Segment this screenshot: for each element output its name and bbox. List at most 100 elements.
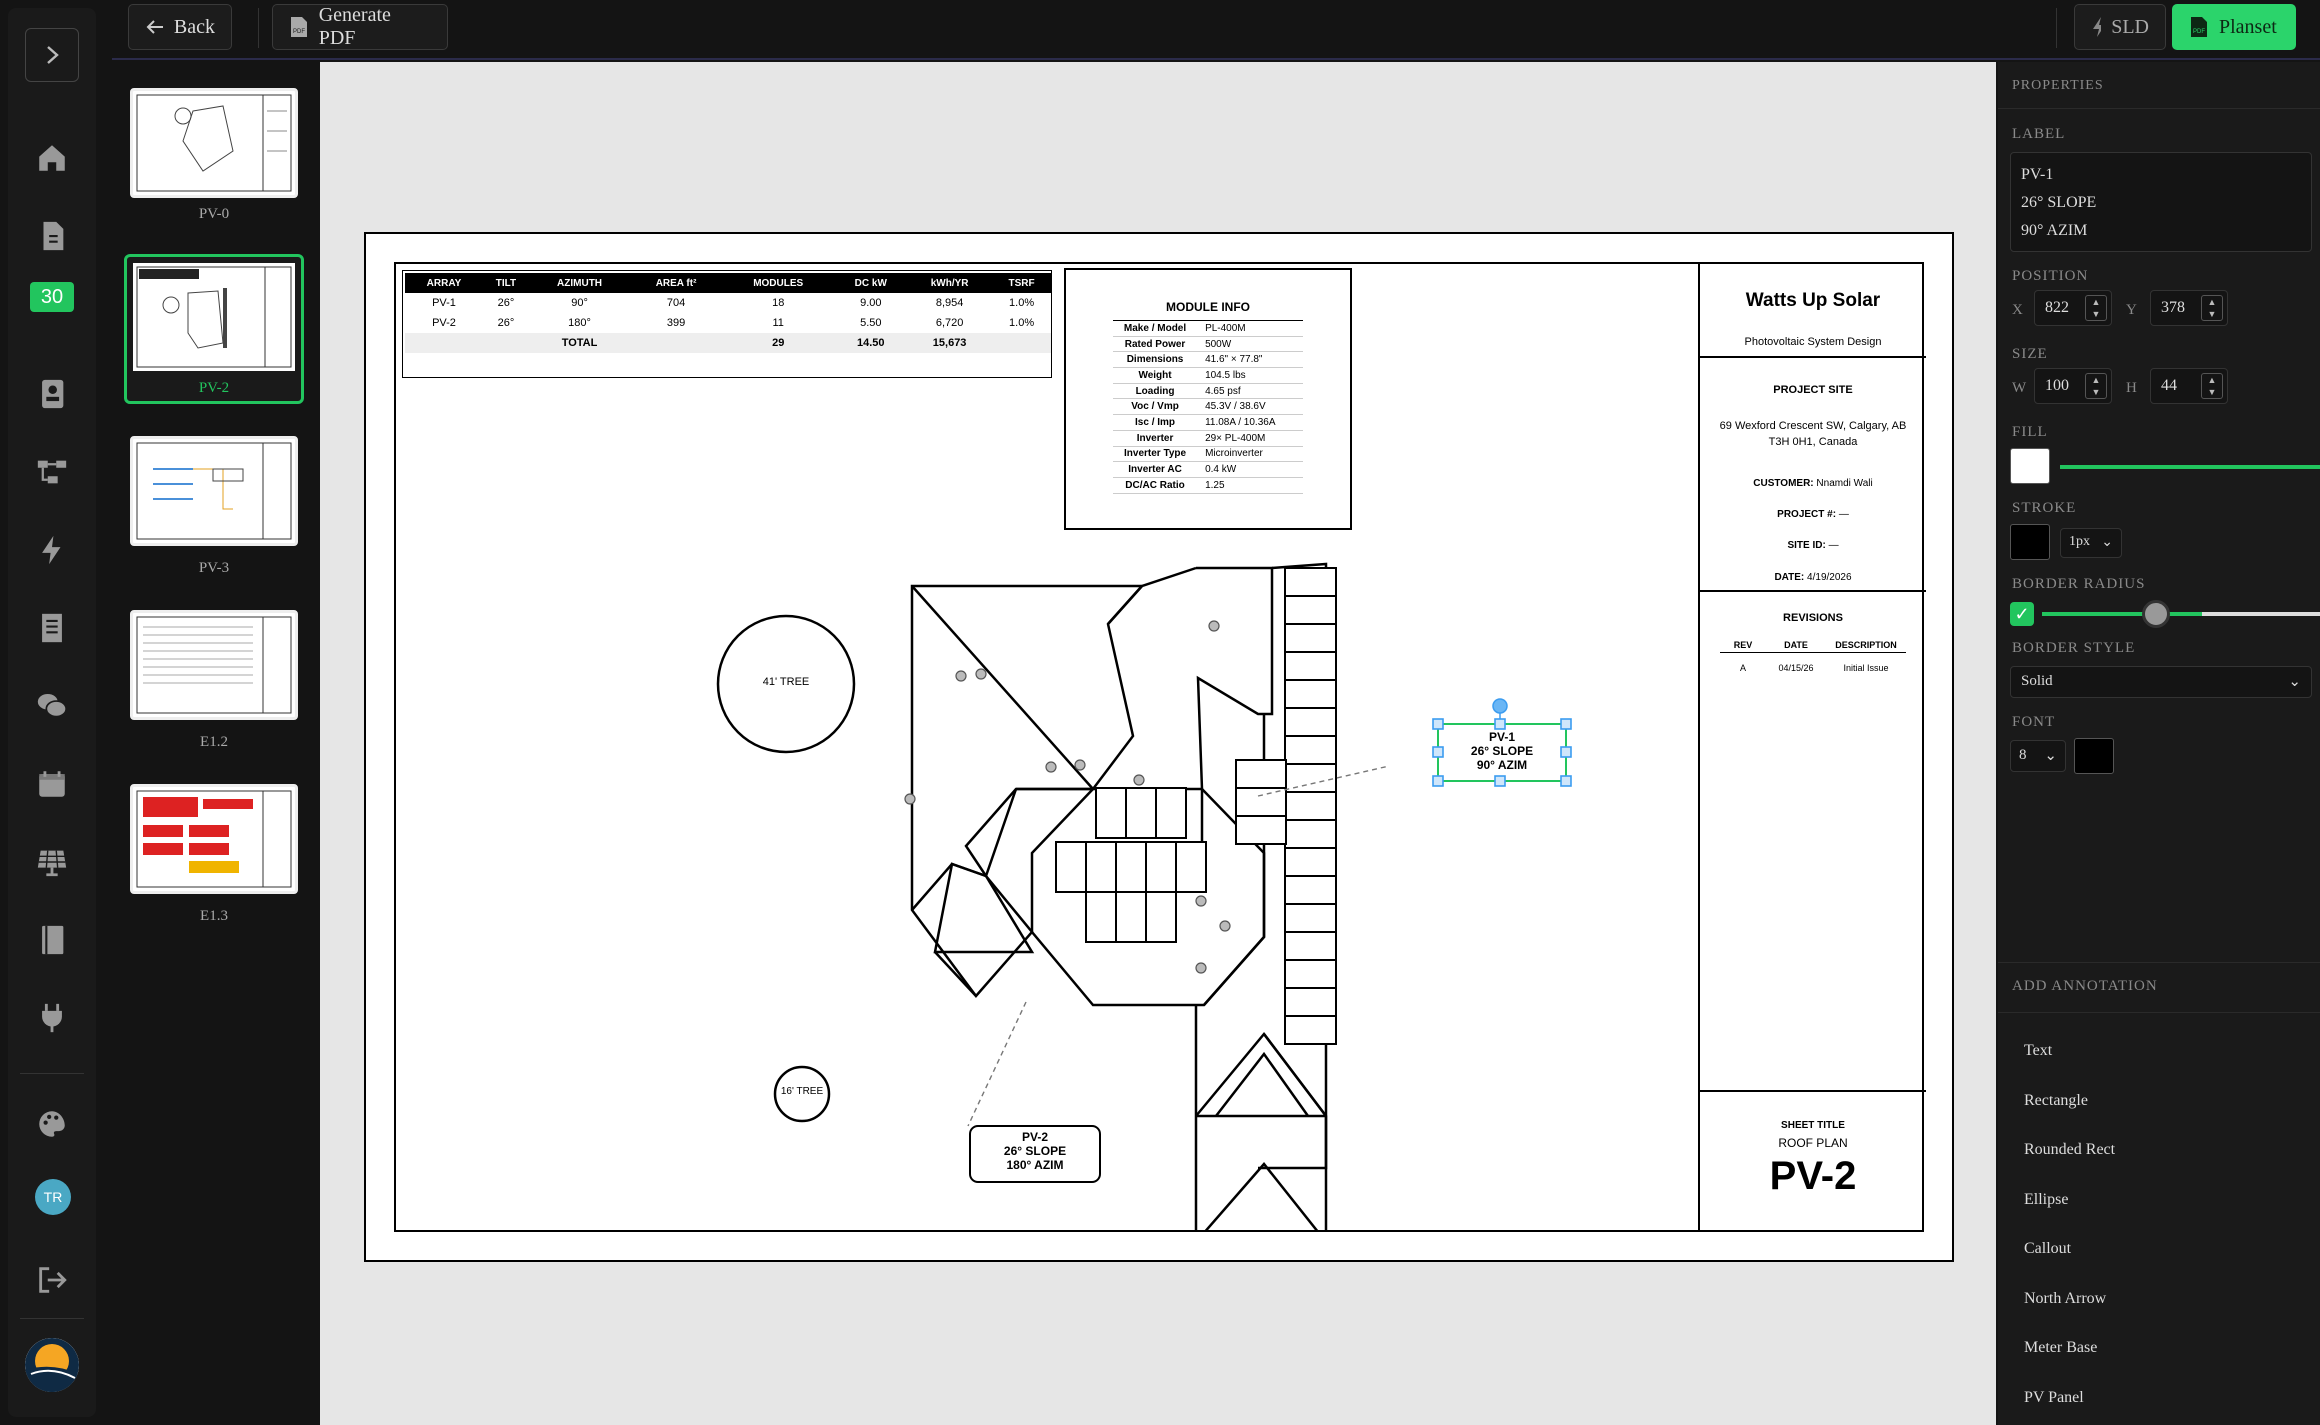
module-info-row: Dimensions 41.6" × 77.8" [1113, 351, 1303, 369]
properties-panel: PROPERTIES LABEL PV-1 26° SLOPE 90° AZIM… [1998, 62, 2320, 1425]
x-label: X [2012, 302, 2024, 318]
table-cell: PV-2 [432, 317, 456, 329]
total-kwh: 15,673 [907, 333, 993, 353]
pv-1-callout[interactable]: PV-1 26° SLOPE 90° AZIM [1438, 730, 1566, 772]
svg-text:PDF: PDF [2193, 29, 2205, 35]
sheet-thumbnails: PV-0 PV-2 PV-3 E1.2 E1.3 [112, 62, 316, 1425]
add-annotation-ellipse[interactable]: Ellipse [2024, 1191, 2068, 1209]
sheet-number: PV-2 [1769, 1154, 1857, 1198]
library-button[interactable] [28, 916, 76, 964]
home-button[interactable] [28, 134, 76, 182]
theme-button[interactable] [28, 1100, 76, 1148]
font-heading: FONT [2012, 714, 2056, 730]
sld-button[interactable]: SLD [2074, 4, 2166, 50]
y-input[interactable]: 378 ▲ ▼ [2150, 290, 2228, 326]
column-header: ARRAY [405, 273, 483, 293]
divider [20, 1318, 84, 1319]
planset-label: Planset [2219, 15, 2277, 38]
table-cell: 399 [666, 317, 686, 329]
w-stepper[interactable]: ▲ ▼ [2085, 373, 2107, 399]
add-annotation-callout[interactable]: Callout [2024, 1240, 2071, 1258]
thumbnail-label: E1.3 [200, 908, 228, 924]
chevron-down-icon: ⌄ [2288, 674, 2301, 690]
stroke-width-select[interactable]: 1px ⌄ [2060, 528, 2122, 558]
border-radius-slider-handle[interactable] [2142, 600, 2170, 628]
label-textarea[interactable]: PV-1 26° SLOPE 90° AZIM [2010, 152, 2312, 252]
plug-button[interactable] [28, 994, 76, 1042]
total-dc: 14.50 [834, 333, 908, 353]
add-annotation-meter-base[interactable]: Meter Base [2024, 1339, 2097, 1357]
calendar-button[interactable] [28, 760, 76, 808]
planset-button[interactable]: PDF Planset [2172, 4, 2296, 50]
callout-line: 90° AZIM [1476, 758, 1528, 772]
column-header: AREA ft² [630, 273, 722, 293]
thumbnail-e1-2[interactable] [130, 610, 298, 720]
module-info-key: Isc / Imp [1113, 414, 1198, 431]
pv-2-callout[interactable]: PV-2 26° SLOPE 180° AZIM [970, 1130, 1100, 1172]
width-input[interactable]: 100 ▲ ▼ [2034, 368, 2112, 404]
documents-button[interactable] [28, 212, 76, 260]
project-site-heading: PROJECT SITE [1773, 384, 1853, 396]
electrical-button[interactable] [28, 526, 76, 574]
border-radius-heading: BORDER RADIUS [2012, 576, 2146, 592]
user-avatar[interactable]: TR [35, 1179, 71, 1215]
add-annotation-rectangle[interactable]: Rectangle [2024, 1092, 2088, 1110]
module-info-key: Loading [1113, 383, 1198, 400]
logout-button[interactable] [28, 1256, 76, 1304]
height-input[interactable]: 44 ▲ ▼ [2150, 368, 2228, 404]
company-subtitle: Photovoltaic System Design [1744, 336, 1882, 348]
add-annotation-text[interactable]: Text [2024, 1042, 2052, 1060]
font-size-select[interactable]: 8 ⌄ [2010, 740, 2066, 772]
label-heading: LABEL [2012, 126, 2066, 142]
add-annotation-north-arrow[interactable]: North Arrow [2024, 1290, 2106, 1308]
expand-sidebar-button[interactable] [25, 28, 79, 82]
column-header: kWh/YR [907, 273, 993, 293]
fill-opacity-slider[interactable] [2060, 465, 2320, 469]
h-value: 44 [2161, 377, 2177, 394]
x-input[interactable]: 822 ▲ ▼ [2034, 290, 2112, 326]
calendar-badge[interactable]: 30 [30, 282, 74, 312]
module-info-key: Weight [1113, 367, 1198, 384]
border-radius-checkbox[interactable]: ✓ [2010, 602, 2034, 626]
svg-text:PDF: PDF [293, 29, 305, 35]
date-line: DATE: 4/19/2026 [1700, 572, 1926, 583]
back-button[interactable]: Back [128, 4, 232, 50]
generate-pdf-button[interactable]: PDF Generate PDF [272, 4, 448, 50]
x-stepper[interactable]: ▲ ▼ [2085, 295, 2107, 321]
stroke-color-swatch[interactable] [2010, 524, 2050, 560]
module-info-row: Inverter 29× PL-400M [1113, 430, 1303, 447]
lightning-icon [42, 535, 61, 565]
contacts-button[interactable] [28, 370, 76, 418]
module-info-key: Inverter AC [1113, 461, 1198, 478]
logout-icon [39, 1267, 67, 1293]
font-size-value: 8 [2019, 747, 2027, 763]
module-info-row: Make / Model PL-400M [1113, 320, 1303, 337]
module-info-key: Inverter [1113, 430, 1198, 447]
workflow-button[interactable] [28, 448, 76, 496]
add-annotation-pv-panel[interactable]: PV Panel [2024, 1389, 2084, 1407]
fill-color-swatch[interactable] [2010, 448, 2050, 484]
thumbnail-e1-3[interactable] [130, 784, 298, 894]
add-annotation-rounded-rect[interactable]: Rounded Rect [2024, 1141, 2115, 1159]
thumbnail-pv-3[interactable] [130, 436, 298, 546]
divider [1998, 962, 2320, 963]
reports-button[interactable] [28, 604, 76, 652]
font-color-swatch[interactable] [2074, 738, 2114, 774]
y-stepper[interactable]: ▲ ▼ [2201, 295, 2223, 321]
thumbnail-pv-0[interactable] [130, 88, 298, 198]
sld-label: SLD [2111, 15, 2149, 38]
label-line: 90° AZIM [2021, 222, 2088, 239]
address-line: T3H 0H1, Canada [1768, 436, 1858, 448]
document-icon [43, 221, 64, 251]
drawing-canvas[interactable]: 41' TREE 16' TREE PV-2 26° SLOPE 180° AZ… [320, 62, 1996, 1425]
thumbnail-label: E1.2 [200, 734, 228, 750]
thumbnail-label: PV-2 [198, 380, 230, 396]
border-style-select[interactable]: Solid ⌄ [2010, 666, 2312, 698]
plan-sheet: 41' TREE 16' TREE PV-2 26° SLOPE 180° AZ… [364, 232, 1954, 1262]
solar-panel-button[interactable] [28, 838, 76, 886]
h-stepper[interactable]: ▲ ▼ [2201, 373, 2223, 399]
messages-button[interactable] [28, 682, 76, 730]
module-info-value: 11.08A / 10.36A [1197, 414, 1303, 431]
module-info-key: Voc / Vmp [1113, 398, 1198, 416]
solar-panel-icon [37, 850, 67, 877]
